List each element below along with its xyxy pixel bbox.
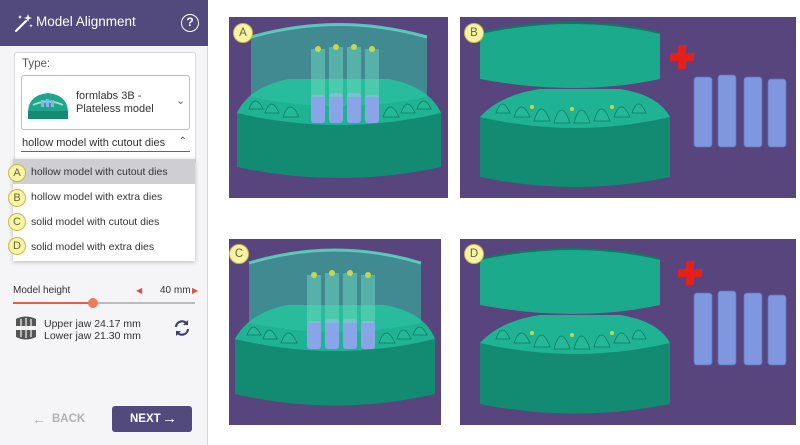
variant-select-value: hollow model with cutout dies <box>22 137 166 149</box>
back-button-label: BACK <box>52 413 86 425</box>
option-label: hollow model with extra dies <box>31 191 163 203</box>
dental-arch-icon <box>16 316 36 340</box>
model-thumbnail <box>25 81 71 125</box>
arrow-right-icon: → <box>162 410 177 427</box>
preview-d: D <box>460 239 796 425</box>
option-label: solid model with cutout dies <box>31 216 160 228</box>
back-button[interactable]: ← BACK <box>26 410 90 430</box>
preview-c: C <box>229 239 441 425</box>
type-select-value: formlabs 3B - Plateless model <box>76 90 154 115</box>
option-badge: B <box>8 189 26 207</box>
option-label: solid model with extra dies <box>31 241 155 253</box>
magic-wand-icon <box>14 14 33 33</box>
model-height-label: Model height <box>13 285 71 296</box>
variant-select[interactable]: hollow model with cutout dies ⌃ <box>21 135 190 152</box>
model-height-value: 40 mm <box>160 285 191 296</box>
upper-jaw-height: Upper jaw 24.17 mm <box>44 318 141 330</box>
next-button[interactable]: NEXT → <box>112 406 192 432</box>
swap-jaws-icon[interactable] <box>172 318 192 338</box>
dropdown-option-hollow-extra[interactable]: hollow model with extra dies <box>13 184 195 209</box>
slider-thumb[interactable] <box>88 298 99 308</box>
dropdown-option-solid-extra[interactable]: solid model with extra dies <box>13 234 195 259</box>
arrow-left-icon: ← <box>32 411 46 427</box>
preview-b: B <box>460 17 796 198</box>
option-badge: A <box>8 164 26 182</box>
panel-title: Model Alignment <box>36 14 136 29</box>
preview-badge: B <box>464 23 484 43</box>
lower-jaw-height: Lower jaw 21.30 mm <box>44 330 141 342</box>
preview-badge: A <box>233 23 253 43</box>
preview-badge: C <box>229 244 249 264</box>
increase-arrow-icon[interactable]: ▶ <box>192 286 198 295</box>
option-badge: C <box>8 213 26 231</box>
slider-fill <box>13 302 94 304</box>
type-select[interactable]: formlabs 3B - Plateless model ⌄ <box>21 75 190 130</box>
panel-header: Model Alignment ? <box>0 0 208 46</box>
decrease-arrow-icon[interactable]: ◀ <box>136 286 142 295</box>
dropdown-option-hollow-cutout[interactable]: hollow model with cutout dies <box>13 159 195 184</box>
variant-dropdown-menu: hollow model with cutout dies hollow mod… <box>13 159 195 261</box>
type-label: Type: <box>22 58 51 70</box>
model-alignment-panel: Model Alignment ? Type: formlabs 3B - Pl… <box>0 0 208 445</box>
option-badge: D <box>8 237 26 255</box>
chevron-down-icon: ⌄ <box>176 95 186 107</box>
model-height-slider[interactable] <box>13 298 195 308</box>
next-button-label: NEXT <box>130 413 161 425</box>
preview-badge: D <box>464 244 484 264</box>
dropdown-option-solid-cutout[interactable]: solid model with cutout dies <box>13 209 195 234</box>
help-icon[interactable]: ? <box>181 14 199 32</box>
option-label: hollow model with cutout dies <box>31 166 168 178</box>
chevron-up-icon: ⌃ <box>178 136 187 147</box>
preview-a: A <box>229 17 448 198</box>
